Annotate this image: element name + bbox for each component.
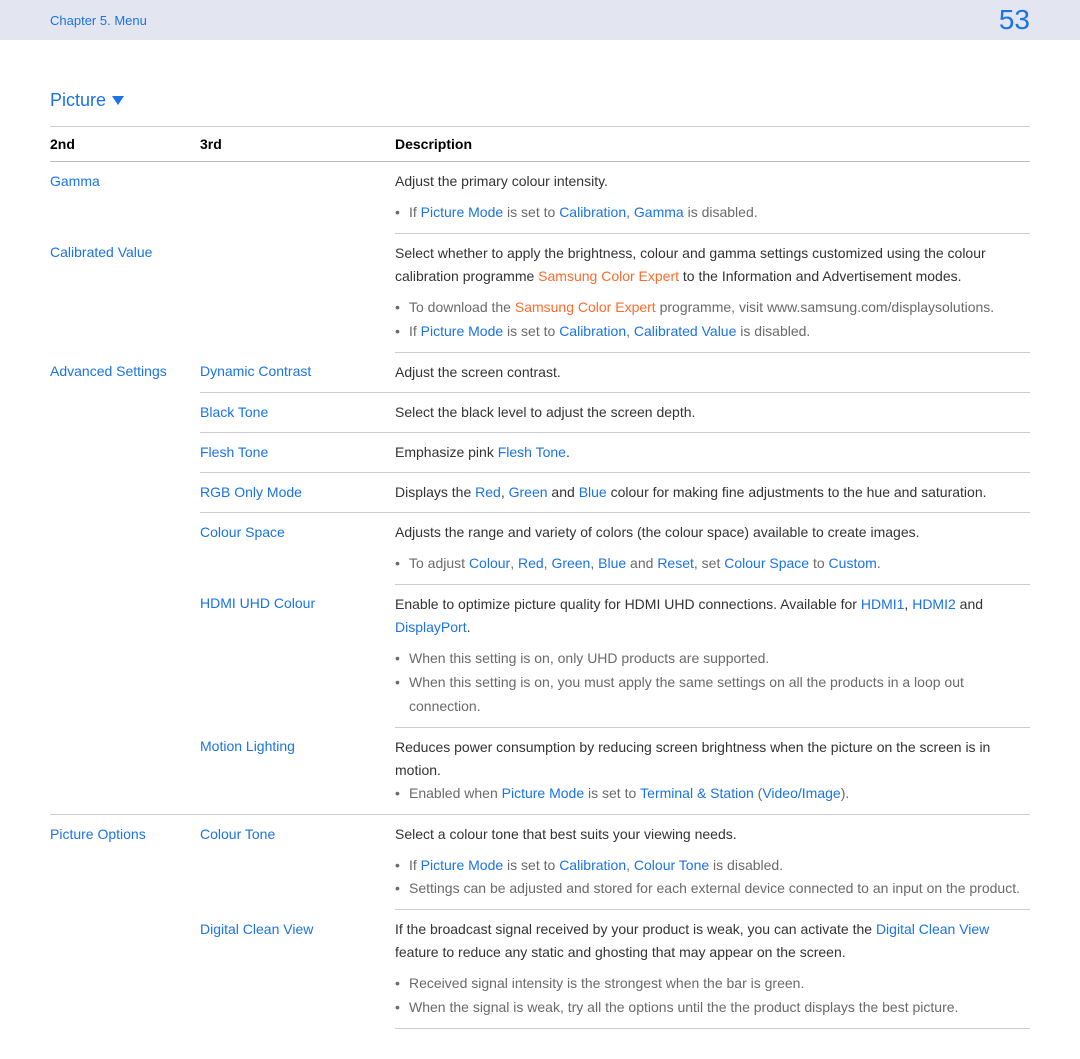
- cell-2nd: Picture Options: [50, 814, 200, 1028]
- section-title-text: Picture: [50, 90, 106, 111]
- cell-desc: To download the Samsung Color Expert pro…: [395, 292, 1030, 352]
- cell-desc: To adjust Colour, Red, Green, Blue and R…: [395, 548, 1030, 584]
- cell-3rd: [200, 233, 395, 352]
- cell-3rd: Dynamic Contrast: [200, 352, 395, 392]
- cell-desc: Adjust the primary colour intensity.: [395, 162, 1030, 198]
- header-bar: Chapter 5. Menu 53: [0, 0, 1080, 40]
- cell-desc: Enable to optimize picture quality for H…: [395, 584, 1030, 643]
- cell-3rd: Black Tone: [200, 392, 395, 432]
- cell-2nd: Gamma: [50, 162, 200, 234]
- cell-desc: Select a colour tone that best suits you…: [395, 814, 1030, 850]
- cell-2nd: Calibrated Value: [50, 233, 200, 352]
- cell-3rd: Digital Clean View: [200, 910, 395, 1029]
- cell-desc: Received signal intensity is the stronge…: [395, 968, 1030, 1028]
- cell-desc: Displays the Red, Green and Blue colour …: [395, 472, 1030, 512]
- bullet-item: When this setting is on, only UHD produc…: [395, 647, 1022, 671]
- cell-desc: Select the black level to adjust the scr…: [395, 392, 1030, 432]
- cell-3rd: [200, 162, 395, 234]
- section-title[interactable]: Picture: [50, 90, 1030, 111]
- table-header-row: 2nd 3rd Description: [50, 127, 1030, 162]
- content: Picture 2nd 3rd Description Gamma Adjust…: [0, 40, 1080, 1059]
- chapter-title: Chapter 5. Menu: [50, 13, 147, 28]
- cell-desc: Adjust the screen contrast.: [395, 352, 1030, 392]
- header-2nd: 2nd: [50, 127, 200, 162]
- table-row: Calibrated Value Select whether to apply…: [50, 233, 1030, 292]
- cell-desc: Adjusts the range and variety of colors …: [395, 513, 1030, 549]
- cell-3rd: Flesh Tone: [200, 432, 395, 472]
- cell-3rd: Colour Space: [200, 513, 395, 585]
- cell-desc: If the broadcast signal received by your…: [395, 910, 1030, 969]
- bullet-item: Settings can be adjusted and stored for …: [395, 877, 1022, 901]
- table-row: Picture Options Colour Tone Select a col…: [50, 814, 1030, 850]
- table-row: Advanced Settings Dynamic Contrast Adjus…: [50, 352, 1030, 392]
- bullet-item: Enabled when Picture Mode is set to Term…: [395, 782, 1022, 806]
- cell-3rd: HDMI UHD Colour: [200, 584, 395, 727]
- bullet-item: To download the Samsung Color Expert pro…: [395, 296, 1022, 320]
- table-row: Gamma Adjust the primary colour intensit…: [50, 162, 1030, 198]
- bullet-item: When this setting is on, you must apply …: [395, 671, 1022, 719]
- bullet-item: If Picture Mode is set to Calibration, C…: [395, 854, 1022, 878]
- header-3rd: 3rd: [200, 127, 395, 162]
- bullet-item: Received signal intensity is the stronge…: [395, 972, 1022, 996]
- bullet-item: If Picture Mode is set to Calibration, C…: [395, 320, 1022, 344]
- cell-desc: If Picture Mode is set to Calibration, C…: [395, 850, 1030, 910]
- header-description: Description: [395, 127, 1030, 162]
- dropdown-icon: [112, 96, 124, 105]
- cell-desc: Emphasize pink Flesh Tone.: [395, 432, 1030, 472]
- cell-3rd: Colour Tone: [200, 814, 395, 910]
- bullet-item: If Picture Mode is set to Calibration, G…: [395, 201, 1022, 225]
- cell-3rd: Motion Lighting: [200, 727, 395, 814]
- cell-3rd: RGB Only Mode: [200, 472, 395, 512]
- cell-desc: If Picture Mode is set to Calibration, G…: [395, 197, 1030, 233]
- cell-desc: Reduces power consumption by reducing sc…: [395, 727, 1030, 814]
- cell-desc: Select whether to apply the brightness, …: [395, 233, 1030, 292]
- bullet-item: When the signal is weak, try all the opt…: [395, 996, 1022, 1020]
- cell-2nd: Advanced Settings: [50, 352, 200, 814]
- cell-desc: When this setting is on, only UHD produc…: [395, 643, 1030, 727]
- bullet-item: To adjust Colour, Red, Green, Blue and R…: [395, 552, 1022, 576]
- page-number: 53: [999, 4, 1030, 36]
- menu-table: 2nd 3rd Description Gamma Adjust the pri…: [50, 126, 1030, 1029]
